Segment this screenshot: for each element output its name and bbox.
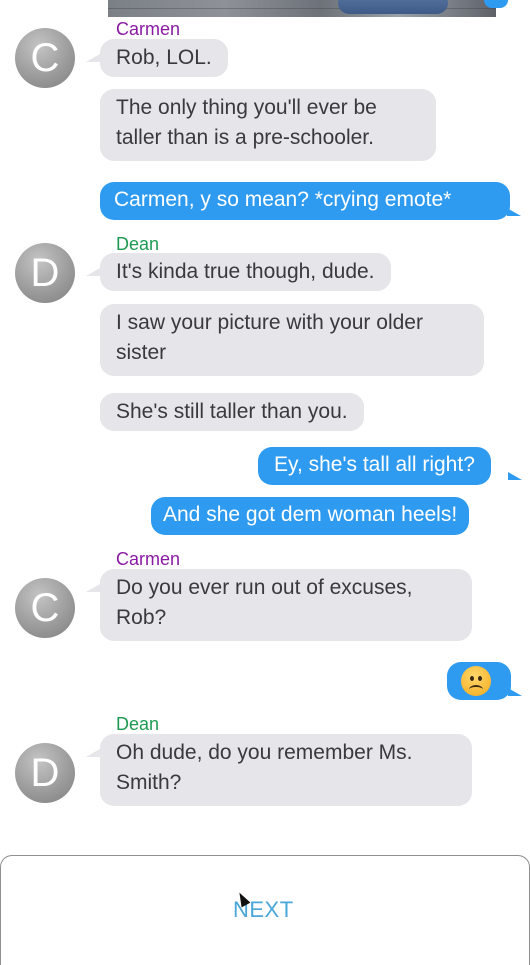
outgoing-message: Ey, she's tall all right? (258, 447, 491, 485)
outgoing-message: Carmen, y so mean? *crying emote* (100, 182, 510, 220)
photo-detail (338, 0, 448, 14)
bubble-tail (86, 584, 100, 592)
shared-photo-fragment[interactable] (108, 0, 496, 17)
bubble-tail (86, 749, 100, 757)
avatar-dean: D (15, 243, 75, 303)
outgoing-message: And she got dem woman heels! (151, 497, 470, 535)
bubble-tail (508, 688, 522, 696)
incoming-message: Rob, LOL. (100, 39, 228, 77)
avatar-carmen: C (15, 578, 75, 638)
incoming-message: Do you ever run out of excuses, Rob? (100, 569, 472, 641)
incoming-message: The only thing you'll ever be taller tha… (100, 89, 436, 161)
sender-name-dean: Dean (116, 234, 160, 254)
incoming-message: It's kinda true though, dude. (100, 253, 391, 291)
bubble-tail (86, 54, 100, 62)
incoming-message: She's still taller than you. (100, 393, 364, 431)
sender-name-carmen: Carmen (116, 549, 181, 569)
frowning-face-icon (461, 666, 491, 696)
sender-name-carmen: Carmen (116, 19, 181, 39)
bubble-tail (507, 208, 521, 216)
outgoing-bubble-fragment (484, 0, 508, 8)
incoming-message: Oh dude, do you remember Ms. Smith? (100, 734, 472, 806)
outgoing-message-emoji (447, 662, 511, 700)
bubble-tail (508, 472, 522, 480)
sender-name-dean: Dean (116, 714, 160, 734)
bubble-tail (86, 268, 100, 276)
avatar-carmen: C (15, 28, 75, 88)
incoming-message: I saw your picture with your older siste… (100, 304, 484, 376)
avatar-dean: D (15, 743, 75, 803)
